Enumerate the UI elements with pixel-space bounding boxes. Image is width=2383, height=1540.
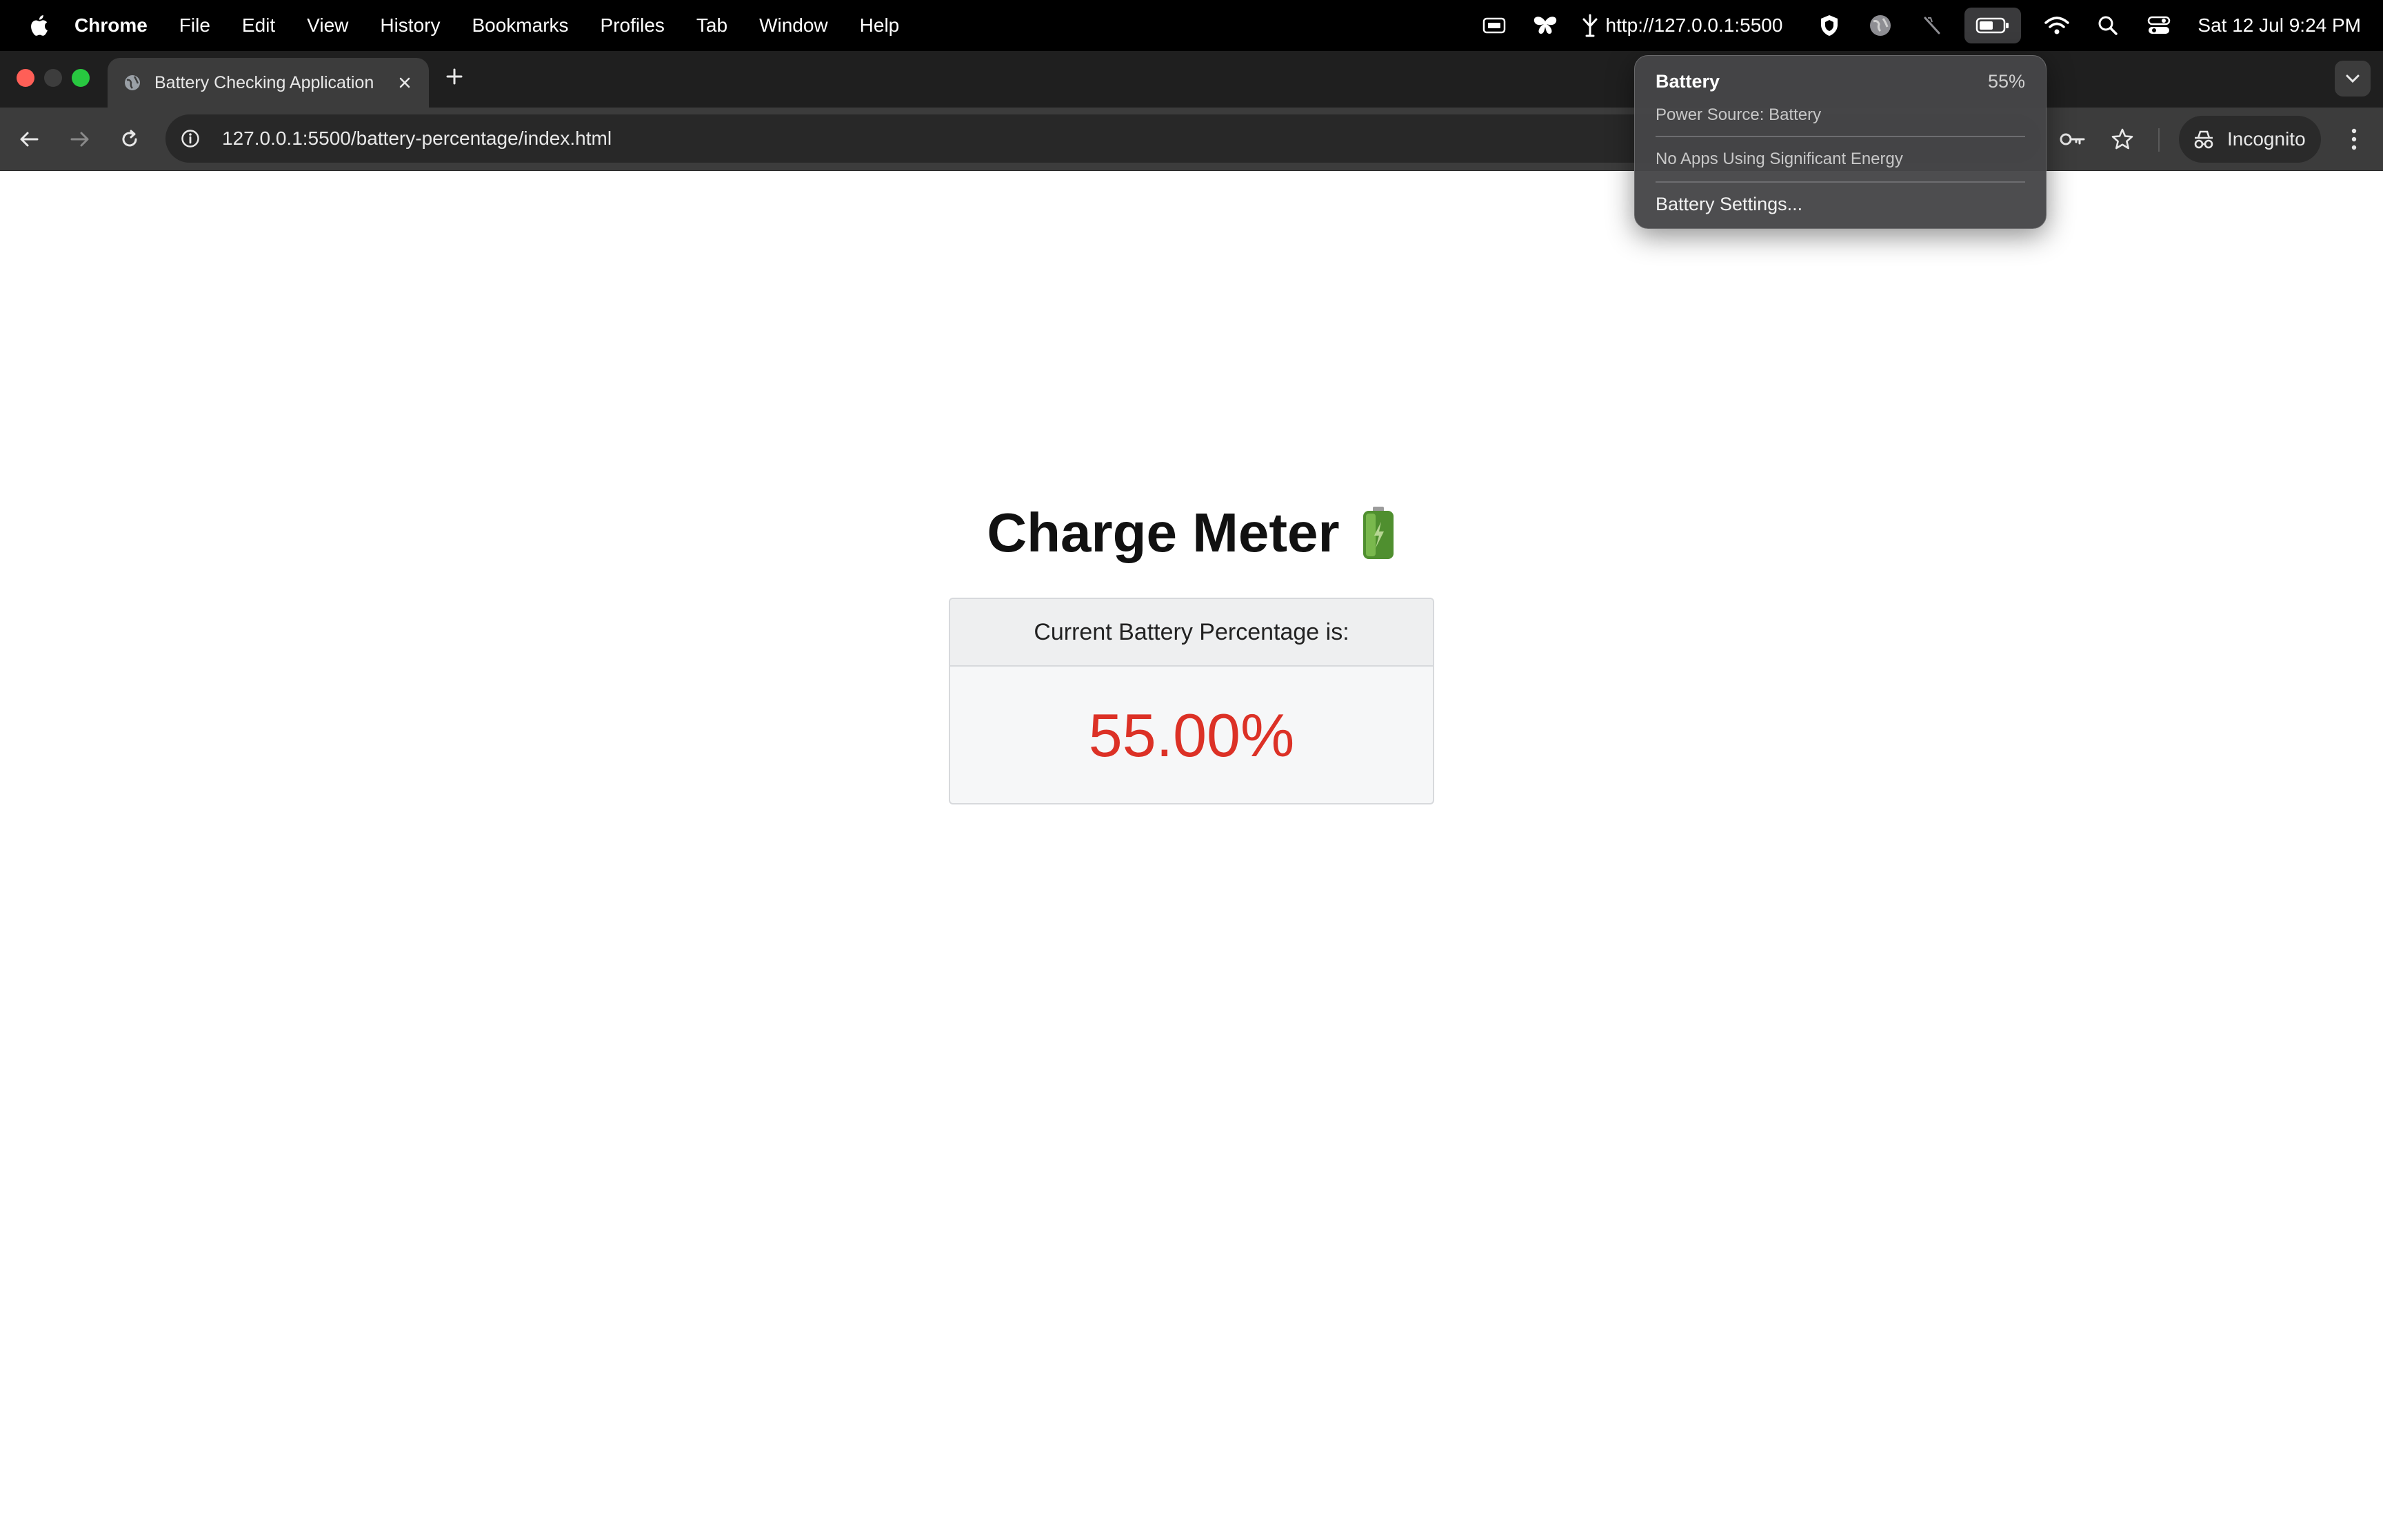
globe-icon[interactable] — [1865, 10, 1896, 41]
reload-icon[interactable] — [114, 124, 145, 154]
battery-menu-separator — [1656, 181, 2025, 183]
menu-tab[interactable]: Tab — [696, 14, 727, 37]
tab-title: Battery Checking Application — [154, 72, 374, 92]
toolbar-divider — [2158, 128, 2160, 152]
tab-search-chevron-down-icon[interactable] — [2335, 61, 2371, 97]
incognito-profile-button[interactable]: Incognito — [2179, 116, 2321, 163]
site-info-icon[interactable] — [175, 123, 205, 154]
page-title: Charge Meter — [0, 501, 2383, 565]
battery-icon — [1976, 17, 2009, 34]
battery-card: Current Battery Percentage is: 55.00% — [949, 598, 1434, 804]
window-maximize-button[interactable] — [72, 69, 90, 87]
kebab-menu-icon[interactable] — [2337, 123, 2371, 156]
battery-menu-title: Battery — [1656, 71, 1720, 92]
window-close-button[interactable] — [17, 69, 34, 87]
incognito-icon — [2191, 127, 2216, 152]
menu-history[interactable]: History — [380, 14, 440, 37]
menu-edit[interactable]: Edit — [242, 14, 275, 37]
wifi-icon[interactable] — [2042, 10, 2072, 41]
menu-app-name[interactable]: Chrome — [74, 14, 148, 37]
control-center-icon[interactable] — [2144, 10, 2174, 41]
menu-window[interactable]: Window — [759, 14, 828, 37]
menu-file[interactable]: File — [179, 14, 210, 37]
tab-close-icon[interactable] — [393, 71, 416, 94]
forward-arrow-icon[interactable] — [65, 124, 95, 154]
globe-favicon-icon — [123, 73, 142, 92]
apple-logo-icon[interactable] — [25, 12, 52, 39]
live-server-status[interactable]: http://127.0.0.1:5500 — [1581, 14, 1783, 37]
page-title-text: Charge Meter — [987, 502, 1340, 563]
menu-bookmarks[interactable]: Bookmarks — [472, 14, 568, 37]
battery-settings-menu-item[interactable]: Battery Settings... — [1656, 194, 1802, 215]
battery-menu-percent: 55% — [1987, 71, 2025, 92]
back-arrow-icon[interactable] — [14, 124, 44, 154]
new-tab-plus-icon[interactable] — [444, 66, 465, 87]
macos-menu-bar: Chrome File Edit View History Bookmarks … — [0, 0, 2383, 51]
menu-help[interactable]: Help — [860, 14, 900, 37]
pen-icon[interactable] — [1916, 10, 1947, 41]
menubar-status-area: http://127.0.0.1:5500 Sat 12 Jul 9:24 PM — [1458, 0, 2361, 51]
address-bar-url: 127.0.0.1:5500/battery-percentage/index.… — [222, 128, 612, 149]
battery-menu-separator — [1656, 136, 2025, 137]
battery-status-button[interactable] — [1964, 8, 2022, 43]
display-icon[interactable] — [1479, 10, 1509, 41]
menubar-clock[interactable]: Sat 12 Jul 9:24 PM — [2198, 14, 2361, 37]
page-viewport: Charge Meter Current Battery Percentage … — [0, 172, 2383, 1540]
battery-card-body: 55.00% — [950, 667, 1433, 803]
bookmark-star-icon[interactable] — [2106, 123, 2139, 156]
shield-icon[interactable] — [1814, 10, 1844, 41]
incognito-label: Incognito — [2227, 128, 2306, 150]
butterfly-icon[interactable] — [1530, 10, 1560, 41]
spotlight-search-icon[interactable] — [2093, 10, 2123, 41]
tab-battery-checking-application[interactable]: Battery Checking Application — [108, 58, 429, 108]
battery-percentage-value: 55.00% — [1088, 701, 1295, 769]
battery-card-header: Current Battery Percentage is: — [950, 599, 1433, 667]
window-minimize-button[interactable] — [44, 69, 62, 87]
battery-emoji-icon — [1360, 505, 1396, 560]
battery-status-menu: Battery 55% Power Source: Battery No App… — [1634, 55, 2047, 229]
password-key-icon[interactable] — [2056, 123, 2089, 156]
menu-profiles[interactable]: Profiles — [601, 14, 665, 37]
battery-menu-apps-status: No Apps Using Significant Energy — [1656, 150, 1903, 168]
live-server-url: http://127.0.0.1:5500 — [1605, 14, 1783, 36]
battery-menu-power-source: Power Source: Battery — [1656, 105, 1822, 124]
menu-view[interactable]: View — [307, 14, 348, 37]
